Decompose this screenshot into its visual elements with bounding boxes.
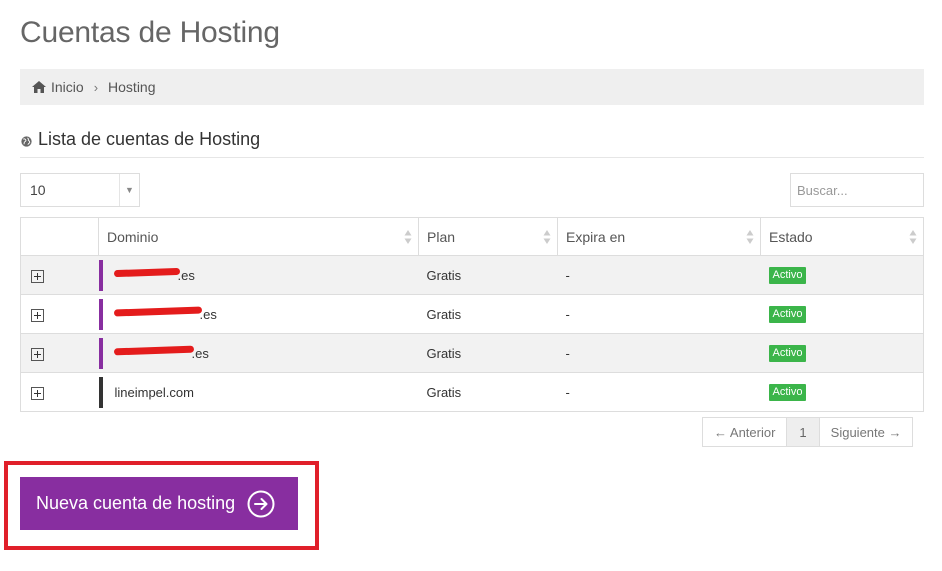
- page-length-value: 10: [30, 182, 46, 198]
- column-header-control: [20, 217, 99, 256]
- plan-cell: Gratis: [418, 294, 558, 334]
- page-length-select[interactable]: 10 ▼: [20, 173, 140, 207]
- expires-cell: -: [557, 372, 761, 412]
- new-hosting-account-label: Nueva cuenta de hosting: [36, 493, 236, 513]
- search-input[interactable]: [790, 173, 924, 207]
- expand-icon[interactable]: [31, 308, 44, 322]
- new-hosting-account-button[interactable]: Nueva cuenta de hosting: [20, 477, 298, 530]
- status-badge: Activo: [768, 267, 807, 284]
- sort-icon: [543, 230, 551, 244]
- plan-cell: Gratis: [418, 372, 558, 412]
- arrow-circle-right-icon: [247, 490, 275, 517]
- domain-cell: .es: [98, 259, 419, 291]
- globe-icon: [21, 136, 32, 147]
- table-row: .es Gratis - Activo: [20, 333, 924, 373]
- section-title-text: Lista de cuentas de Hosting: [38, 129, 261, 149]
- breadcrumb-separator: ›: [93, 79, 99, 95]
- expires-cell: -: [557, 294, 761, 334]
- pagination-prev-button[interactable]: ← Anterior: [703, 418, 786, 446]
- column-header-dominio[interactable]: Dominio: [98, 217, 419, 256]
- status-badge: Activo: [768, 384, 807, 401]
- expand-icon[interactable]: [31, 347, 44, 361]
- page-title: Cuentas de Hosting: [20, 16, 280, 49]
- breadcrumb-current: Hosting: [108, 79, 156, 95]
- expand-icon[interactable]: [31, 269, 44, 283]
- home-icon: [32, 81, 46, 93]
- domain-cell: lineimpel.com: [98, 376, 419, 408]
- pagination-page-1[interactable]: 1: [786, 418, 820, 446]
- status-badge: Activo: [768, 306, 807, 323]
- pagination-next-button[interactable]: Siguiente →: [820, 418, 913, 446]
- sort-icon: [746, 230, 754, 244]
- status-badge: Activo: [768, 345, 807, 362]
- plan-cell: Gratis: [418, 333, 558, 373]
- hosting-table: Dominio Plan Expira en Estado .es Gratis…: [20, 217, 924, 412]
- table-row: .es Gratis - Activo: [20, 255, 924, 295]
- pagination: ← Anterior 1 Siguiente →: [702, 417, 914, 447]
- column-header-plan[interactable]: Plan: [418, 217, 558, 256]
- expand-icon[interactable]: [31, 386, 44, 400]
- domain-cell: .es: [98, 298, 419, 330]
- domain-cell: .es: [98, 337, 419, 369]
- table-row: lineimpel.com Gratis - Activo: [20, 372, 924, 412]
- domain-text: lineimpel.com: [114, 384, 194, 400]
- expires-cell: -: [557, 333, 761, 373]
- expires-cell: -: [557, 255, 761, 295]
- column-header-expira[interactable]: Expira en: [557, 217, 761, 256]
- column-header-estado[interactable]: Estado: [760, 217, 924, 256]
- chevron-down-icon: ▼: [119, 174, 139, 206]
- sort-icon: [404, 230, 412, 244]
- plan-cell: Gratis: [418, 255, 558, 295]
- sort-icon: [909, 230, 917, 244]
- table-row: .es Gratis - Activo: [20, 294, 924, 334]
- breadcrumb: Inicio › Hosting: [20, 69, 924, 105]
- section-title: Lista de cuentas de Hosting: [20, 129, 924, 158]
- breadcrumb-home-link[interactable]: Inicio: [51, 79, 84, 95]
